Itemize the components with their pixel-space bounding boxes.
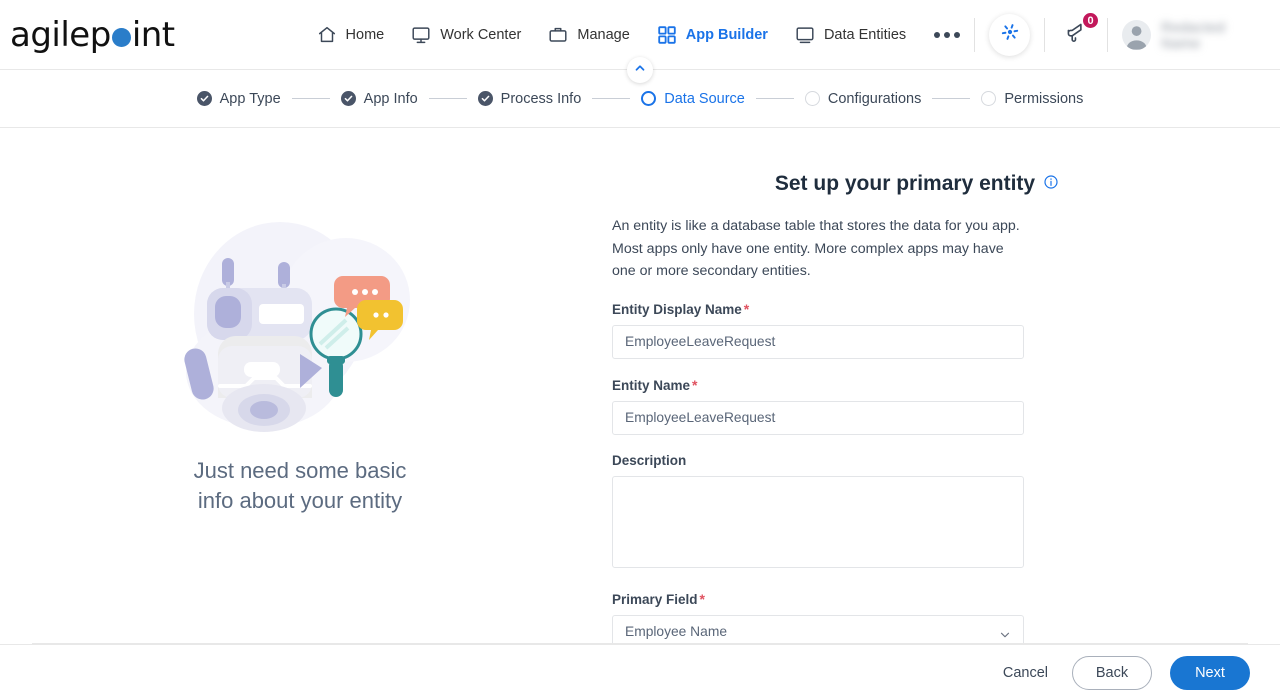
nav-item-home[interactable]: Home: [316, 24, 385, 46]
next-button[interactable]: Next: [1170, 655, 1250, 690]
wizard-step-process-info[interactable]: Process Info: [477, 90, 582, 107]
illustration-caption: Just need some basic info about your ent…: [194, 456, 407, 516]
divider: [1107, 17, 1109, 52]
required-asterisk: *: [699, 590, 705, 607]
step-connector: [291, 98, 330, 99]
nav-item-manage-label: Manage: [577, 26, 630, 43]
main-content: Just need some basic info about your ent…: [0, 128, 1280, 655]
wizard-step-app-type-label: App Type: [219, 90, 281, 107]
check-circle-icon: [477, 91, 493, 106]
description-textarea[interactable]: [612, 475, 1024, 568]
field-primary-field: Primary Field *: [612, 591, 1024, 649]
agilepoint-logo[interactable]: agilep int: [10, 15, 306, 55]
step-connector: [932, 98, 971, 99]
announcements-button[interactable]: 0: [1059, 11, 1101, 54]
page-title-row: Set up your primary entity: [554, 172, 1280, 196]
current-step-circle-icon: [641, 91, 657, 106]
megaphone-icon: [1063, 23, 1089, 49]
divider: [974, 17, 976, 52]
user-avatar-icon: [1122, 19, 1152, 50]
form-pane: Set up your primary entity An entity is …: [600, 138, 1280, 655]
primary-field-label: Primary Field *: [612, 591, 1024, 607]
nav-item-work-center[interactable]: Work Center: [410, 24, 521, 46]
logo-dot-icon: [111, 28, 131, 47]
logo-text-part1: agilep: [10, 14, 111, 55]
required-asterisk: *: [743, 300, 750, 317]
description-label-text: Description: [612, 452, 687, 468]
nav-item-data-entities[interactable]: Data Entities: [794, 24, 906, 46]
wizard-step-process-info-label: Process Info: [500, 90, 582, 107]
primary-field-label-text: Primary Field: [612, 591, 698, 607]
wizard-step-data-source[interactable]: Data Source: [641, 91, 745, 107]
announcement-count-badge: 0: [1081, 11, 1101, 30]
chevron-up-icon: [633, 61, 647, 80]
entity-name-input[interactable]: [612, 400, 1024, 435]
wizard-step-permissions-label: Permissions: [1004, 90, 1084, 107]
logo-text-part2: int: [131, 14, 175, 55]
illustration-caption-line1: Just need some basic: [193, 458, 407, 483]
check-circle-icon: [196, 91, 212, 106]
briefcase-icon: [547, 24, 569, 46]
step-connector: [428, 98, 467, 99]
wizard-step-app-type[interactable]: App Type: [196, 90, 281, 107]
user-name-label: Redacted Name: [1161, 18, 1226, 51]
wizard-step-data-source-label: Data Source: [664, 90, 745, 107]
entity-display-name-label-text: Entity Display Name: [612, 301, 742, 317]
entity-display-name-input[interactable]: [612, 324, 1024, 359]
field-description: Description: [612, 453, 1024, 573]
nav-item-app-builder-label: App Builder: [685, 26, 768, 43]
page-description: An entity is like a database table that …: [612, 218, 1020, 279]
page-title: Set up your primary entity: [774, 172, 1036, 195]
display-icon: [794, 24, 816, 46]
description-label: Description: [612, 453, 1024, 468]
pinwheel-icon: [999, 21, 1021, 48]
wizard-step-app-info[interactable]: App Info: [340, 90, 418, 107]
main-nav: Home Work Center Manage App Builder Data…: [316, 24, 961, 46]
check-circle-icon: [340, 91, 356, 106]
illustration-pane: Just need some basic info about your ent…: [0, 138, 600, 655]
cancel-button[interactable]: Cancel: [997, 664, 1054, 682]
wizard-step-configurations[interactable]: Configurations: [804, 90, 922, 107]
entity-display-name-label: Entity Display Name *: [612, 301, 1024, 317]
wizard-steps: App Type App Info Process Info Data Sour…: [196, 90, 1083, 107]
robot-with-magnifier-illustration: [160, 196, 440, 446]
nav-item-work-center-label: Work Center: [440, 26, 522, 43]
field-entity-display-name: Entity Display Name *: [612, 301, 1024, 359]
grid-icon: [656, 24, 678, 46]
required-asterisk: *: [692, 376, 698, 393]
step-connector: [755, 98, 794, 99]
wizard-step-permissions[interactable]: Permissions: [981, 91, 1083, 107]
pending-step-circle-icon: [804, 91, 820, 106]
pending-step-circle-icon: [981, 91, 997, 106]
home-icon: [316, 24, 338, 46]
illustration-caption-line2: info about your entity: [197, 488, 403, 513]
wizard-footer: Cancel Back Next: [0, 644, 1280, 700]
field-entity-name: Entity Name *: [612, 377, 1024, 435]
divider: [1044, 17, 1046, 52]
nav-more-menu-icon[interactable]: [934, 31, 961, 38]
collapse-steps-button[interactable]: [627, 57, 653, 83]
wizard-step-configurations-label: Configurations: [827, 90, 922, 107]
user-menu[interactable]: Redacted Name: [1122, 19, 1280, 51]
wizard-steps-bar: App Type App Info Process Info Data Sour…: [0, 57, 1280, 128]
nav-item-data-entities-label: Data Entities: [823, 26, 907, 43]
nav-item-app-builder[interactable]: App Builder: [656, 24, 768, 46]
logo-wordmark: agilep int: [10, 15, 175, 55]
back-button[interactable]: Back: [1072, 655, 1152, 690]
nav-item-manage[interactable]: Manage: [547, 24, 630, 46]
info-icon[interactable]: [1043, 172, 1059, 196]
entity-name-label: Entity Name *: [612, 377, 1024, 393]
nav-item-home-label: Home: [345, 26, 385, 43]
wizard-step-app-info-label: App Info: [363, 90, 418, 107]
top-bar-actions: 0 Redacted Name: [960, 0, 1280, 69]
step-connector: [592, 98, 631, 99]
monitor-icon: [410, 24, 432, 46]
entity-name-label-text: Entity Name: [612, 377, 691, 393]
app-switcher-button[interactable]: [989, 13, 1031, 56]
